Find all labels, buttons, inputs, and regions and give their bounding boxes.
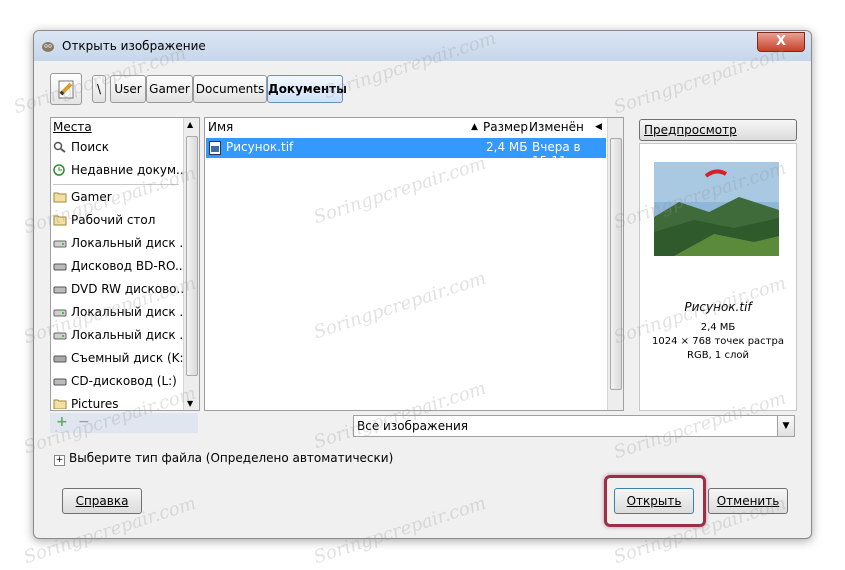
file-list-scroll-thumb[interactable]: [610, 138, 622, 390]
optical-drive-icon: [53, 263, 67, 271]
column-modified[interactable]: Изменён: [529, 118, 584, 136]
image-file-icon: [209, 141, 221, 155]
folder-icon: [53, 399, 67, 409]
close-button[interactable]: X: [757, 32, 805, 52]
remove-bookmark-icon[interactable]: −: [78, 414, 90, 430]
help-button[interactable]: Справка: [62, 488, 142, 514]
place-cd-l[interactable]: CD-дисковод (L:): [53, 370, 177, 392]
scroll-up-icon[interactable]: ▲: [187, 120, 193, 129]
preview-button[interactable]: Предпросмотр: [639, 119, 797, 141]
open-image-dialog: Открыть изображение X \ User Gamer Docum…: [33, 30, 812, 539]
place-desktop[interactable]: Рабочий стол: [53, 209, 155, 231]
places-scrollbar[interactable]: ▲ ▼: [183, 118, 199, 410]
chevron-down-icon[interactable]: ▼: [777, 416, 794, 436]
places-panel: Места Поиск Недавние докум... Gamer Рабо…: [50, 117, 200, 411]
place-local-disk-1[interactable]: Локальный диск ...: [53, 232, 191, 254]
file-size: 2,4 МБ: [486, 140, 528, 154]
drive-icon: [53, 240, 67, 248]
close-icon: X: [775, 34, 787, 49]
place-recent[interactable]: Недавние докум...: [53, 159, 187, 181]
optical-drive-icon: [53, 286, 67, 294]
preview-mode: RGB, 1 слой: [687, 350, 749, 361]
open-button-highlight: [604, 475, 706, 527]
expand-icon: +: [54, 455, 65, 466]
preview-filename: Рисунок.tif: [684, 300, 752, 314]
type-location-button[interactable]: [50, 73, 82, 105]
table-row[interactable]: Рисунок.tif 2,4 МБ Вчера в 15:11: [206, 138, 606, 168]
crumb-user[interactable]: User: [110, 75, 146, 103]
place-local-disk-3[interactable]: Локальный диск ...: [53, 324, 191, 346]
column-name[interactable]: Имя: [208, 118, 233, 136]
crumb-gamer[interactable]: Gamer: [146, 75, 193, 103]
drive-icon: [53, 309, 67, 317]
column-size[interactable]: Размер: [483, 118, 528, 136]
place-removable-k[interactable]: Съемный диск (K:): [53, 347, 188, 369]
file-type-expander[interactable]: + Выберите тип файла (Определено автомати…: [54, 451, 393, 466]
preview-dimensions: 1024 × 768 точек растра: [652, 336, 784, 347]
folder-icon: [53, 192, 67, 203]
removable-drive-icon: [53, 355, 67, 363]
crumb-documents[interactable]: Documents: [193, 75, 267, 103]
places-scroll-thumb[interactable]: [186, 136, 198, 376]
gimp-icon: [42, 42, 54, 52]
file-name: Рисунок.tif: [226, 140, 294, 154]
search-icon: [53, 141, 66, 153]
drive-icon: [53, 332, 67, 340]
file-list-scrollbar[interactable]: [607, 118, 623, 410]
recent-icon: [53, 164, 65, 176]
preview-size: 2,4 МБ: [700, 322, 736, 333]
preview-panel: Рисунок.tif 2,4 МБ 1024 × 768 точек раст…: [639, 143, 797, 411]
places-separator: [53, 184, 179, 185]
place-bd-rom[interactable]: Дисковод BD-RO...: [53, 255, 186, 277]
file-filter-value: Все изображения: [357, 419, 468, 433]
scroll-down-icon[interactable]: ▼: [187, 399, 193, 408]
title-bar: Открыть изображение X: [34, 31, 811, 61]
file-modified: Вчера в 15:11: [532, 140, 581, 168]
optical-drive-icon: [53, 378, 67, 386]
file-filter-select[interactable]: Все изображения ▼: [353, 415, 795, 437]
places-header[interactable]: Места: [53, 118, 92, 136]
file-list: Имя ▲ Размер Изменён ◀ Рисунок.tif 2,4 М…: [204, 117, 624, 411]
pencil-icon: [58, 80, 74, 99]
file-type-label: Выберите тип файла (Определено автоматич…: [69, 451, 394, 465]
folder-icon: [53, 215, 67, 226]
sort-ascending-icon[interactable]: ▲: [471, 118, 478, 136]
column-scroll-left-icon[interactable]: ◀: [595, 118, 602, 136]
places-toolbar: + −: [50, 413, 198, 433]
window-title: Открыть изображение: [62, 39, 206, 53]
place-gamer[interactable]: Gamer: [53, 186, 112, 208]
add-bookmark-icon[interactable]: +: [56, 414, 68, 430]
place-local-disk-2[interactable]: Локальный диск ...: [53, 301, 191, 323]
crumb-root[interactable]: \: [92, 75, 106, 103]
place-pictures[interactable]: Pictures: [53, 393, 119, 409]
place-dvd-rw[interactable]: DVD RW дисково...: [53, 278, 188, 300]
cancel-button[interactable]: Отменить: [708, 488, 788, 514]
preview-thumbnail: [654, 162, 779, 256]
place-search[interactable]: Поиск: [53, 136, 109, 158]
crumb-dokumenty[interactable]: Документы: [267, 75, 347, 103]
